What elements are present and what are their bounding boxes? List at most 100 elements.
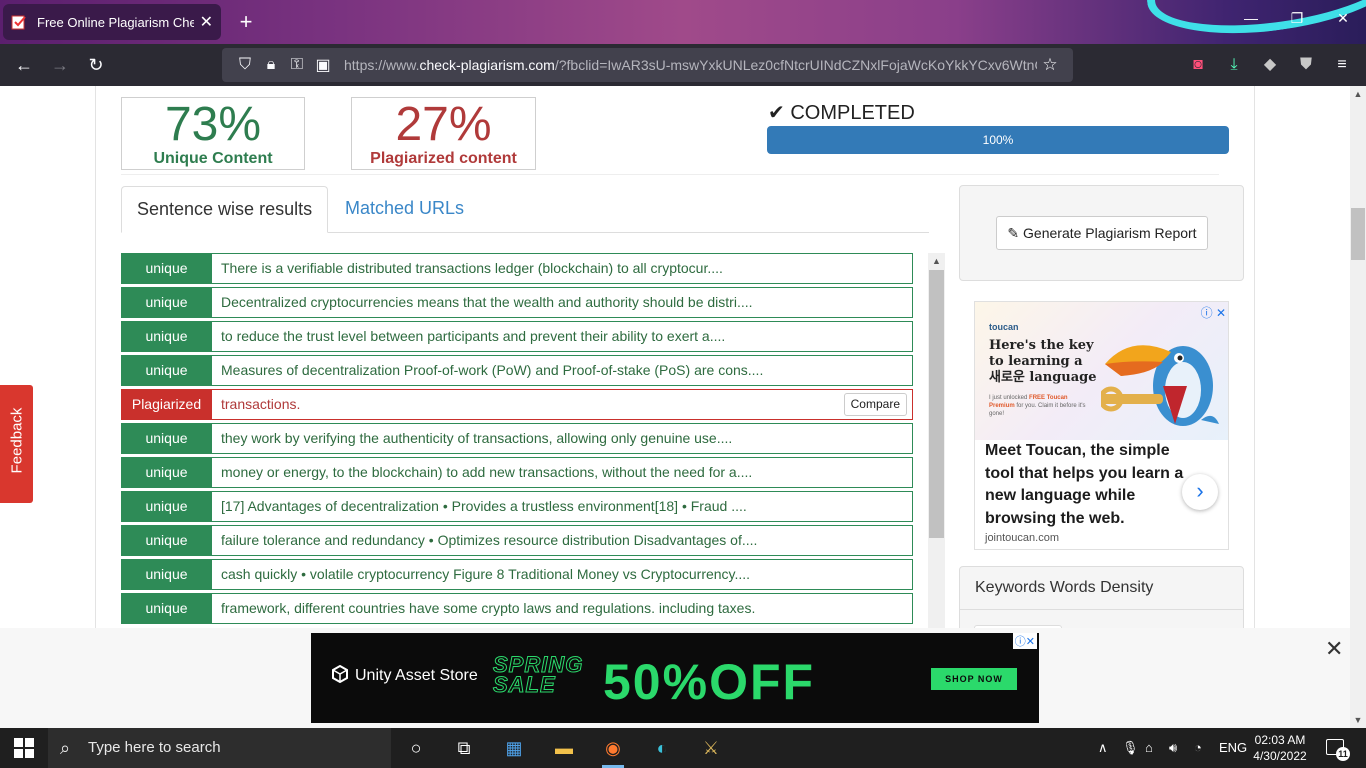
toucan-headline: Here's the key to learning a 새로운 languag… [989, 338, 1097, 385]
progress-text: 100% [982, 133, 1014, 147]
edge-icon[interactable]: ◐ [647, 734, 677, 762]
page-scroll-thumb[interactable] [1351, 208, 1365, 260]
tab-title: Free Online Plagiarism Checker [37, 14, 194, 30]
forward-arrow-icon[interactable]: → [48, 54, 72, 78]
extension-icon[interactable]: ◆ [1258, 54, 1282, 78]
address-bar[interactable]: ⛉ 🔒︎ ⚿ ▣ https://www.check-plagiarism.co… [222, 48, 1073, 82]
shield-icon[interactable]: ⛉ [232, 56, 258, 74]
result-badge: unique [121, 593, 212, 624]
ad-info-close-icon[interactable]: ⓘ ✕ [1201, 304, 1226, 321]
feedback-button[interactable]: Feedback [0, 385, 33, 503]
result-row-unique[interactable]: unique failure tolerance and redundancy •… [121, 525, 913, 556]
result-badge: unique [121, 423, 212, 454]
scroll-up-arrow-icon[interactable]: ▲ [928, 253, 945, 269]
show-hidden-icons[interactable]: ∧ [1098, 740, 1108, 756]
network-icon[interactable]: ⌂ [1145, 740, 1153, 755]
cortana-icon[interactable]: ○ [401, 734, 431, 762]
result-sentence-text: framework, different countries have some… [221, 600, 756, 616]
restore-button[interactable]: ❐ [1282, 10, 1312, 27]
page-scrollbar[interactable]: ▲ ▼ [1350, 86, 1366, 728]
keywords-density-title: Keywords Words Density [960, 567, 1243, 610]
toucan-bird-illustration [1101, 345, 1219, 426]
result-sentence-text: money or energy, to the blockchain) to a… [221, 464, 753, 480]
window-close-button[interactable]: ✕ [1328, 10, 1358, 27]
new-tab-button[interactable]: + [232, 8, 260, 36]
autoplay-blocked-icon[interactable]: ▣ [310, 55, 336, 75]
task-view-icon[interactable]: ⧉ [449, 734, 479, 762]
result-row-unique[interactable]: unique cash quickly • volatile cryptocurr… [121, 559, 913, 590]
result-sentence: Decentralized cryptocurrencies means tha… [212, 287, 913, 318]
close-ad-icon[interactable]: ✕ [1325, 636, 1343, 662]
browser-toolbar: ← → ↻ ⛉ 🔒︎ ⚿ ▣ https://www.check-plagiar… [0, 44, 1366, 86]
taskbar-search-box[interactable]: ⌕ Type here to search [48, 728, 391, 768]
tab-close-icon[interactable]: ✕ [200, 12, 213, 32]
plagiarized-percentage: 27% [395, 98, 492, 151]
page-scroll-up-icon[interactable]: ▲ [1350, 86, 1366, 102]
result-sentence-text: to reduce the trust level between partic… [221, 328, 726, 344]
downloads-icon[interactable]: ⤓ [1222, 54, 1246, 78]
result-row-unique[interactable]: unique money or energy, to the blockchain… [121, 457, 913, 488]
reload-icon[interactable]: ↻ [84, 54, 108, 78]
results-scrollbar[interactable]: ▲ [928, 253, 945, 628]
game-launcher-icon[interactable]: ⚔ [696, 734, 726, 762]
ad-info-close-icon[interactable]: ⓘ✕ [1012, 633, 1037, 649]
generate-report-button[interactable]: ✎ Generate Plagiarism Report [996, 216, 1208, 250]
result-row-unique[interactable]: unique they work by verifying the authent… [121, 423, 913, 454]
result-row-unique[interactable]: unique Measures of decentralization Proof… [121, 355, 913, 386]
notification-center-icon[interactable]: 11 [1326, 739, 1350, 761]
result-row-unique[interactable]: unique framework, different countries hav… [121, 593, 913, 624]
toucan-brand: toucan [989, 322, 1019, 332]
shield-extension-icon[interactable]: ⛊ [1294, 54, 1318, 78]
result-row-plagiarized[interactable]: Plagiarized transactions. Compare [121, 389, 913, 420]
store-icon[interactable]: ▦ [499, 734, 529, 762]
scroll-thumb[interactable] [929, 270, 944, 538]
result-sentence: to reduce the trust level between partic… [212, 321, 913, 352]
chevron-right-icon[interactable]: › [1182, 474, 1218, 510]
permissions-icon[interactable]: ⚿ [284, 56, 310, 74]
result-row-unique[interactable]: unique There is a verifiable distributed … [121, 253, 913, 284]
toucan-ad[interactable]: toucan Here's the key to learning a 새로운 … [974, 301, 1229, 550]
results-tabs: Sentence wise results Matched URLs [121, 186, 929, 233]
plagiarized-label: Plagiarized content [370, 150, 517, 167]
pencil-icon: ✎ [1007, 225, 1020, 241]
pocket-icon[interactable]: ◙ [1186, 54, 1210, 78]
clock-time: 02:03 AM [1254, 733, 1306, 747]
shop-now-button[interactable]: SHOP NOW [931, 668, 1017, 690]
menu-icon[interactable]: ≡ [1330, 54, 1354, 78]
file-explorer-icon[interactable]: ▬ [549, 734, 579, 762]
result-sentence: framework, different countries have some… [212, 593, 913, 624]
tab-sentence-wise-results[interactable]: Sentence wise results [121, 186, 329, 233]
feedback-label: Feedback [8, 407, 26, 474]
back-arrow-icon[interactable]: ← [12, 54, 36, 78]
browser-tab[interactable]: Free Online Plagiarism Checker ✕ [3, 4, 221, 40]
clock[interactable]: 02:03 AM 4/30/2022 [1245, 732, 1315, 764]
result-row-unique[interactable]: unique [17] Advantages of decentralizatio… [121, 491, 913, 522]
spring-sale-text: SPRING SALE [493, 652, 584, 697]
result-sentence-text: failure tolerance and redundancy • Optim… [221, 532, 758, 548]
volume-icon[interactable]: 🔊︎ [1169, 740, 1177, 756]
result-row-unique[interactable]: unique to reduce the trust level between … [121, 321, 913, 352]
lock-icon[interactable]: 🔒︎ [258, 56, 284, 74]
completed-label: COMPLETED [790, 102, 915, 124]
language-indicator[interactable]: ENG [1219, 740, 1247, 755]
windows-start-icon[interactable] [14, 738, 34, 758]
firefox-icon[interactable]: ◉ [598, 734, 628, 768]
result-badge: unique [121, 457, 212, 488]
result-badge: unique [121, 321, 212, 352]
compare-button[interactable]: Compare [843, 393, 907, 416]
bookmark-star-icon[interactable]: ☆ [1037, 55, 1063, 75]
page-scroll-down-icon[interactable]: ▼ [1350, 712, 1366, 728]
microphone-icon[interactable]: 🎙︎ [1122, 740, 1139, 756]
offer-text: 50%OFF [603, 654, 816, 710]
unity-ad-banner[interactable]: Unity Asset Store SPRING SALE 50%OFF SHO… [311, 633, 1039, 723]
minimize-button[interactable]: — [1236, 10, 1266, 26]
result-sentence-text: cash quickly • volatile cryptocurrency F… [221, 566, 751, 582]
result-sentence: cash quickly • volatile cryptocurrency F… [212, 559, 913, 590]
result-sentence-text: transactions. [221, 396, 301, 412]
toucan-ad-image[interactable]: toucan Here's the key to learning a 새로운 … [975, 302, 1228, 440]
result-sentence: failure tolerance and redundancy • Optim… [212, 525, 913, 556]
result-row-unique[interactable]: unique Decentralized cryptocurrencies mea… [121, 287, 913, 318]
url-text[interactable]: https://www.check-plagiarism.com/?fbclid… [344, 57, 1037, 73]
tab-matched-urls[interactable]: Matched URLs [330, 186, 479, 233]
wifi-icon[interactable]: ◔ [1194, 740, 1202, 755]
